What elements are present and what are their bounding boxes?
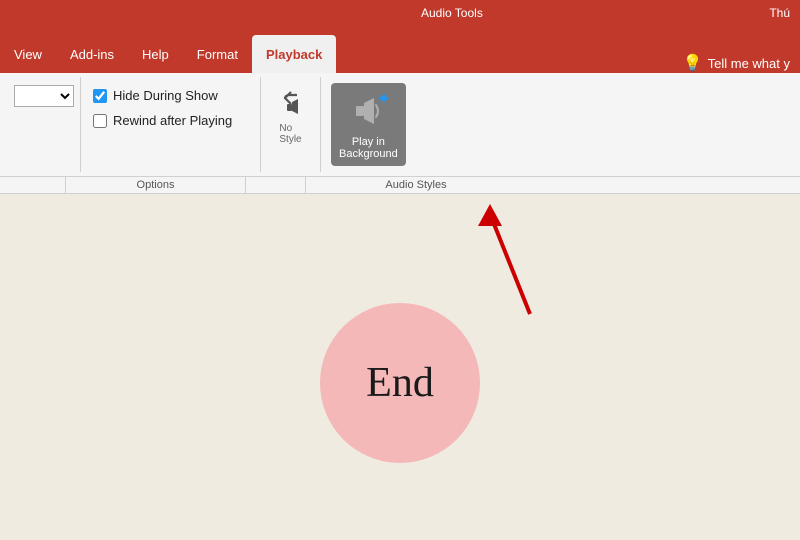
no-style-label: NoStyle: [279, 123, 301, 145]
group-labels-row: Options Audio Styles: [0, 177, 800, 194]
play-in-background-button[interactable]: ✦ Play inBackground: [331, 83, 406, 166]
hide-during-show-label: Hide During Show: [113, 88, 218, 103]
undo-button[interactable]: [273, 85, 309, 121]
audio-styles-buttons: ✦ Play inBackground: [331, 83, 531, 166]
tell-me-text: Tell me what y: [708, 56, 790, 71]
options-group-label: Options: [66, 177, 246, 193]
ribbon-content: Hide During Show Rewind after Playing No…: [0, 73, 800, 177]
undo-icon: [277, 89, 305, 117]
dropdown-group-label-spacer: [0, 177, 66, 193]
play-bg-icon-container: ✦: [346, 89, 390, 133]
tab-playback[interactable]: Playback: [252, 35, 336, 73]
audio-styles-section: ✦ Play inBackground: [321, 77, 541, 172]
tab-addins[interactable]: Add-ins: [56, 35, 128, 73]
hide-during-show-row[interactable]: Hide During Show: [93, 88, 248, 103]
end-circle: End: [320, 303, 480, 463]
hide-during-show-checkbox[interactable]: [93, 89, 107, 103]
rewind-after-playing-checkbox[interactable]: [93, 114, 107, 128]
options-section: Hide During Show Rewind after Playing: [81, 77, 261, 172]
dropdown-section: [8, 77, 81, 172]
rewind-after-playing-row[interactable]: Rewind after Playing: [93, 113, 248, 128]
audio-tools-label: Audio Tools: [421, 6, 483, 20]
arrow-container: [460, 194, 550, 324]
ribbon-wrapper: Hide During Show Rewind after Playing No…: [0, 73, 800, 194]
title-bar: Audio Tools Thú: [0, 0, 800, 35]
slide-area: End: [0, 194, 800, 540]
undo-group-label-spacer: [246, 177, 306, 193]
play-in-background-label: Play inBackground: [339, 136, 398, 160]
red-arrow-svg: [460, 194, 550, 324]
ribbon-tabs: View Add-ins Help Format Playback 💡 Tell…: [0, 35, 800, 73]
tab-help[interactable]: Help: [128, 35, 183, 73]
style-dropdown[interactable]: [14, 85, 74, 107]
tab-view[interactable]: View: [0, 35, 56, 73]
thu-label: Thú: [769, 6, 790, 20]
tell-me-area[interactable]: 💡 Tell me what y: [673, 53, 800, 73]
undo-section: NoStyle: [261, 77, 321, 172]
blue-sparkle-icon: ✦: [377, 89, 390, 109]
audio-styles-group-label: Audio Styles: [306, 177, 526, 193]
lightbulb-icon: 💡: [683, 53, 703, 73]
end-text: End: [366, 359, 434, 407]
tab-format[interactable]: Format: [183, 35, 252, 73]
rewind-after-playing-label: Rewind after Playing: [113, 113, 232, 128]
